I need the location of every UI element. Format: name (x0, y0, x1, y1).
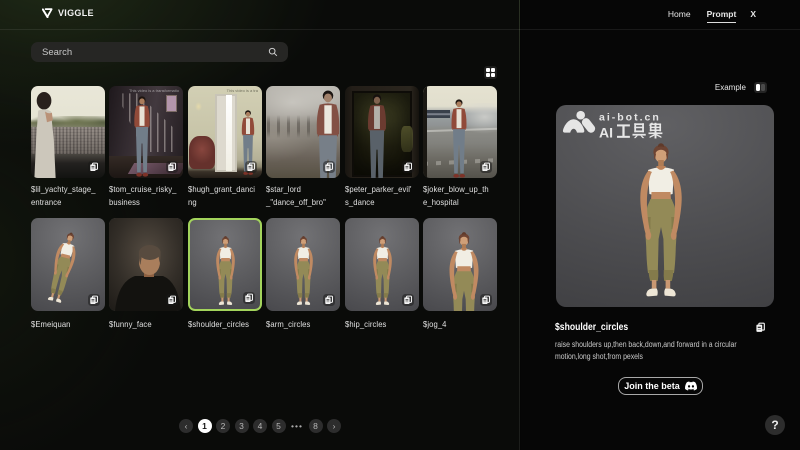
svg-text:AI: AI (599, 125, 613, 141)
svg-text:ai-bot.cn: ai-bot.cn (599, 112, 661, 124)
